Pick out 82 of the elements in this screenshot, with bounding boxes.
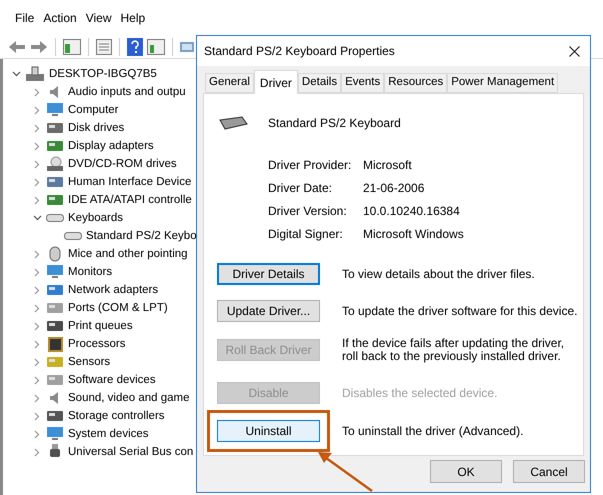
device-icon <box>47 176 63 188</box>
panel-icon[interactable] <box>147 38 165 54</box>
action-button[interactable]: Uninstall <box>217 420 320 442</box>
tree-item[interactable]: Sound, video and game <box>68 389 190 407</box>
tree-item[interactable]: System devices <box>68 425 149 443</box>
action-description: To uninstall the driver (Advanced). <box>342 424 524 438</box>
info-label: Driver Date: <box>268 180 334 197</box>
menu-item[interactable]: View <box>82 8 116 26</box>
tree-item[interactable]: Software devices <box>68 371 156 389</box>
chevron-down-icon[interactable] <box>12 71 20 77</box>
device-icon <box>47 302 63 314</box>
device-icon <box>47 374 63 386</box>
device-icon <box>47 320 63 332</box>
tree-item[interactable]: Human Interface Device <box>68 173 192 191</box>
monitor-icon <box>47 427 63 441</box>
device-icon <box>47 356 63 368</box>
properties-icon[interactable] <box>96 38 112 54</box>
info-label: Driver Provider: <box>268 157 352 174</box>
device-icon <box>47 284 63 296</box>
disc-drive-icon <box>47 156 63 172</box>
tab[interactable]: Driver <box>254 70 298 94</box>
device-icon <box>47 194 63 206</box>
tab[interactable]: Resources <box>384 73 448 93</box>
menu-item[interactable]: File <box>11 8 38 26</box>
computer-icon <box>25 66 45 82</box>
chevron-down-icon[interactable] <box>32 215 42 221</box>
tree-item[interactable]: Print queues <box>68 317 133 335</box>
info-value: 10.0.10240.16384 <box>363 203 460 220</box>
mouse-icon <box>49 246 61 262</box>
tree-item[interactable]: Storage controllers <box>68 407 165 425</box>
info-value: Microsoft Windows <box>363 226 464 243</box>
console-tree-icon[interactable] <box>63 38 81 54</box>
tree-item[interactable]: Mice and other pointing <box>68 245 188 263</box>
action-description: To view details about the driver files. <box>342 268 536 280</box>
close-icon[interactable] <box>569 46 580 56</box>
forward-arrow-icon[interactable] <box>30 40 48 54</box>
tree-item[interactable]: Monitors <box>68 263 112 281</box>
tab[interactable]: General <box>205 73 254 93</box>
device-name: Standard PS/2 Keyboard <box>268 115 401 132</box>
processor-icon <box>48 336 62 352</box>
tree-item[interactable]: Processors <box>68 335 126 353</box>
tab[interactable]: Details <box>298 73 342 93</box>
action-button[interactable]: Update Driver... <box>217 300 320 322</box>
tree-item[interactable]: Display adapters <box>68 137 154 155</box>
tree-item[interactable]: Network adapters <box>68 281 158 299</box>
device-icon <box>47 140 63 152</box>
dialog-title: Standard PS/2 Keyboard Properties <box>204 43 395 60</box>
tree-item[interactable]: Standard PS/2 Keybo <box>86 227 197 245</box>
back-arrow-icon[interactable] <box>8 40 26 54</box>
tree-item[interactable]: Audio inputs and outpu <box>68 83 186 101</box>
info-label: Digital Signer: <box>268 226 344 243</box>
tab[interactable]: Power Management <box>447 73 558 93</box>
tree-item[interactable]: Ports (COM & LPT) <box>68 299 168 317</box>
tree-item[interactable]: Disk drives <box>68 119 124 137</box>
action-description: To update the driver software for this device. <box>342 304 578 318</box>
monitor-icon <box>47 103 63 117</box>
tree-item[interactable]: Universal Serial Bus con <box>68 443 194 461</box>
keyboard-icon <box>64 232 82 240</box>
help-icon[interactable] <box>127 38 143 56</box>
device-icon <box>47 122 63 134</box>
tree-item[interactable]: IDE ATA/ATAPI controlle <box>68 191 192 209</box>
tree-item[interactable]: Computer <box>68 101 118 119</box>
monitor-icon <box>47 265 63 279</box>
action-description: Disables the selected device. <box>342 386 498 400</box>
action-button[interactable]: Driver Details <box>217 263 320 285</box>
keyboard-icon <box>218 116 248 130</box>
info-value: Microsoft <box>363 157 412 174</box>
tab[interactable]: Events <box>341 73 384 93</box>
tree-item[interactable]: DESKTOP-IBGQ7B5 <box>49 65 157 83</box>
tree-item[interactable]: DVD/CD-ROM drives <box>68 155 177 173</box>
menu-item[interactable]: Help <box>116 8 150 26</box>
tree-item[interactable]: Sensors <box>68 353 110 371</box>
info-value: 21-06-2006 <box>363 180 424 197</box>
dialog-button[interactable]: OK <box>430 460 502 483</box>
plug-icon <box>50 444 60 460</box>
device-icon <box>47 410 63 422</box>
menu-item[interactable]: Action <box>39 8 81 26</box>
action-description: If the device fails after updating the driver, roll back to the previously installed driver. <box>342 337 566 363</box>
dialog-button[interactable]: Cancel <box>513 460 585 483</box>
keyboard-icon <box>46 214 64 222</box>
info-label: Driver Version: <box>268 203 348 220</box>
tree-item[interactable]: Keyboards <box>68 209 123 227</box>
